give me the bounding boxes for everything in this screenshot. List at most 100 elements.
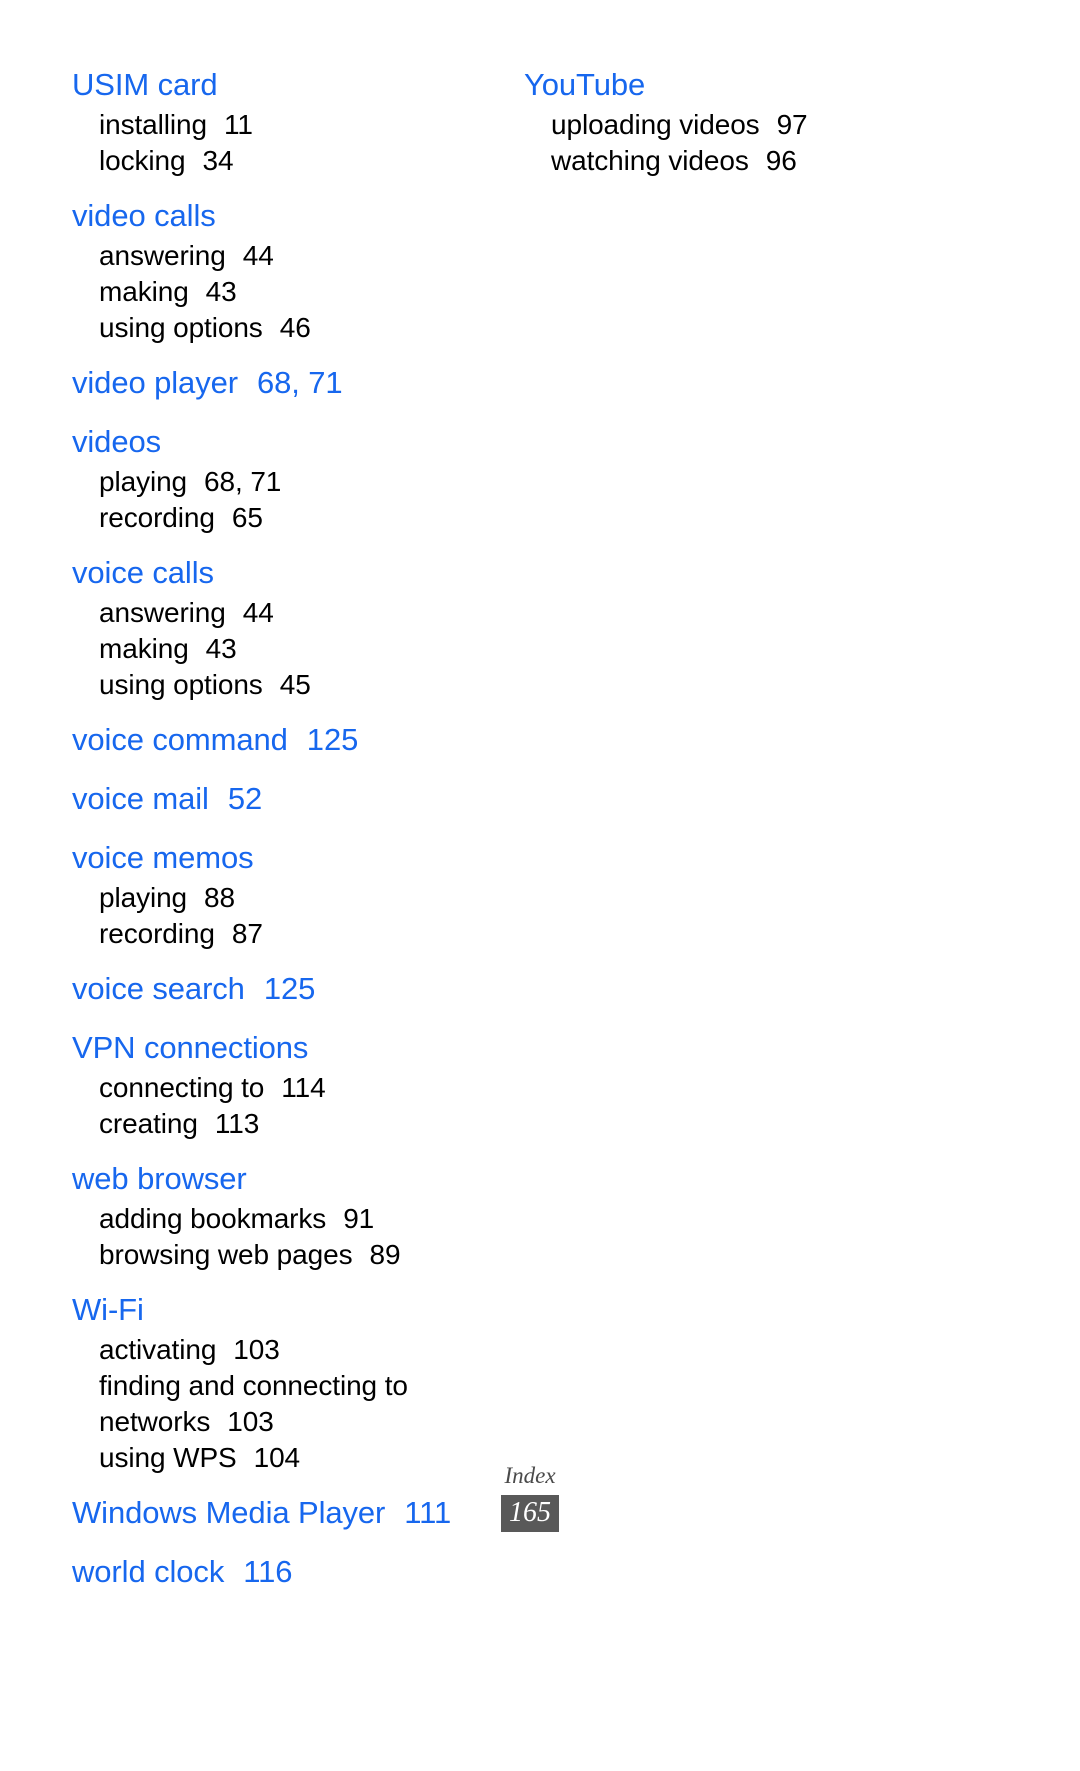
index-subentry[interactable]: connecting to 114	[72, 1070, 492, 1106]
index-group: YouTube uploading videos 97 watching videos…	[524, 62, 964, 179]
index-subentry-page-number: 88	[204, 882, 235, 913]
index-subentry-page-number: 44	[242, 240, 274, 271]
index-subentry-page-number: 68, 71	[204, 466, 282, 497]
index-subentry[interactable]: activating 103	[72, 1332, 492, 1368]
index-subentry-page-number: 44	[242, 597, 274, 628]
index-subentry-page-number: 43	[205, 276, 237, 307]
index-subentry-label: connecting to	[99, 1072, 265, 1103]
index-subentry-label: answering	[99, 597, 226, 628]
index-subentry-label: answering	[99, 240, 226, 271]
index-heading-page-number: 68, 71	[256, 365, 343, 400]
index-subentry[interactable]: creating 113	[72, 1106, 492, 1142]
index-subentry-label: creating	[99, 1108, 198, 1139]
index-subentry[interactable]: answering 44	[72, 238, 492, 274]
index-group: Wi-Fi activating 103 finding and connecting…	[72, 1287, 492, 1476]
index-heading-label: voice mail	[72, 781, 209, 816]
index-subentry-page-number: 114	[281, 1072, 326, 1103]
index-subentry[interactable]: making 43	[72, 631, 492, 667]
index-subentry[interactable]: browsing web pages 89	[72, 1237, 492, 1273]
index-subentry-label: browsing web pages	[99, 1239, 353, 1270]
index-subentry[interactable]: using options 45	[72, 667, 492, 703]
index-subentry-page-number: 45	[279, 669, 311, 700]
index-heading-label: voice command	[72, 722, 288, 757]
index-heading[interactable]: video calls	[72, 193, 492, 238]
index-heading-page-number: 125	[263, 971, 316, 1006]
index-subentry-page-number: 96	[765, 145, 797, 176]
index-group: voice memos playing 88 recording 87	[72, 835, 492, 952]
index-subentry[interactable]: uploading videos 97	[524, 107, 964, 143]
index-subentry[interactable]: playing 68, 71	[72, 464, 492, 500]
index-subentry-label: recording	[99, 918, 215, 949]
index-subentry-page-number: 11	[223, 109, 253, 140]
index-subentry-page-number: 97	[776, 109, 808, 140]
index-subentry[interactable]: playing 88	[72, 880, 492, 916]
index-subentry-page-number: 91	[343, 1203, 375, 1234]
index-subentry[interactable]: locking 34	[72, 143, 492, 179]
index-subentry-label: playing	[99, 882, 188, 913]
index-column-left: USIM card installing 11 locking 34 video call…	[72, 62, 492, 1594]
index-heading[interactable]: USIM card	[72, 62, 492, 107]
index-group: videos playing 68, 71 recording 65	[72, 419, 492, 536]
index-subentry[interactable]: finding and connecting to networks 103	[72, 1368, 459, 1440]
index-subentry-label: recording	[99, 502, 215, 533]
index-heading-label: video calls	[72, 198, 216, 233]
index-subentry[interactable]: recording 87	[72, 916, 492, 952]
index-subentry-label: adding bookmarks	[99, 1203, 327, 1234]
index-subentry-page-number: 103	[233, 1334, 280, 1365]
index-subentry[interactable]: adding bookmarks 91	[72, 1201, 492, 1237]
index-group: video calls answering 44 making 43 using opti…	[72, 193, 492, 346]
index-heading[interactable]: YouTube	[524, 62, 964, 107]
index-group: voice mail 52	[72, 776, 492, 821]
footer-section-label: Index	[504, 1463, 556, 1488]
index-heading-label: voice search	[72, 971, 245, 1006]
index-heading[interactable]: web browser	[72, 1156, 492, 1201]
index-subentry[interactable]: answering 44	[72, 595, 492, 631]
index-group: voice search 125	[72, 966, 492, 1011]
index-page: USIM card installing 11 locking 34 video call…	[0, 0, 1080, 1771]
index-heading-label: world clock	[72, 1554, 225, 1589]
index-subentry-label: using options	[99, 669, 263, 700]
index-subentry-label: uploading videos	[551, 109, 760, 140]
index-subentry[interactable]: recording 65	[72, 500, 492, 536]
index-heading-label: Wi-Fi	[72, 1292, 144, 1327]
index-heading-page-number: 116	[243, 1554, 293, 1589]
index-heading[interactable]: videos	[72, 419, 492, 464]
index-heading-label: voice calls	[72, 555, 214, 590]
index-heading[interactable]: voice command 125	[72, 717, 492, 762]
index-group: voice calls answering 44 making 43 using opti…	[72, 550, 492, 703]
index-subentry-page-number: 65	[231, 502, 263, 533]
index-subentry-page-number: 89	[369, 1239, 401, 1270]
index-group: video player 68, 71	[72, 360, 492, 405]
index-subentry[interactable]: installing 11	[72, 107, 492, 143]
index-subentry-page-number: 46	[279, 312, 311, 343]
index-heading-label: video player	[72, 365, 238, 400]
index-heading[interactable]: video player 68, 71	[72, 360, 492, 405]
index-heading[interactable]: Wi-Fi	[72, 1287, 492, 1332]
index-heading[interactable]: voice calls	[72, 550, 492, 595]
index-subentry-label: using options	[99, 312, 263, 343]
index-subentry-label: installing	[99, 109, 207, 140]
index-subentry-label: making	[99, 633, 189, 664]
index-heading[interactable]: voice search 125	[72, 966, 492, 1011]
index-subentry-page-number: 87	[231, 918, 263, 949]
index-heading[interactable]: voice mail 52	[72, 776, 492, 821]
index-column-right: YouTube uploading videos 97 watching videos…	[524, 62, 964, 179]
index-subentry[interactable]: using options 46	[72, 310, 492, 346]
index-subentry-label: watching videos	[551, 145, 749, 176]
index-subentry-label: making	[99, 276, 189, 307]
index-heading[interactable]: voice memos	[72, 835, 492, 880]
index-subentry-label: playing	[99, 466, 188, 497]
index-group: voice command 125	[72, 717, 492, 762]
index-heading[interactable]: VPN connections	[72, 1025, 492, 1070]
index-subentry[interactable]: making 43	[72, 274, 492, 310]
index-subentry-label: activating	[99, 1334, 217, 1365]
footer-page-number: 165	[501, 1495, 559, 1532]
index-subentry-page-number: 103	[227, 1406, 274, 1437]
index-heading-label: web browser	[72, 1161, 247, 1196]
index-subentry[interactable]: watching videos 96	[524, 143, 964, 179]
index-heading-label: VPN connections	[72, 1030, 309, 1065]
index-subentry-page-number: 34	[202, 145, 234, 176]
index-subentry-label: locking	[99, 145, 186, 176]
index-heading[interactable]: world clock 116	[72, 1549, 492, 1594]
index-subentry-page-number: 43	[205, 633, 237, 664]
